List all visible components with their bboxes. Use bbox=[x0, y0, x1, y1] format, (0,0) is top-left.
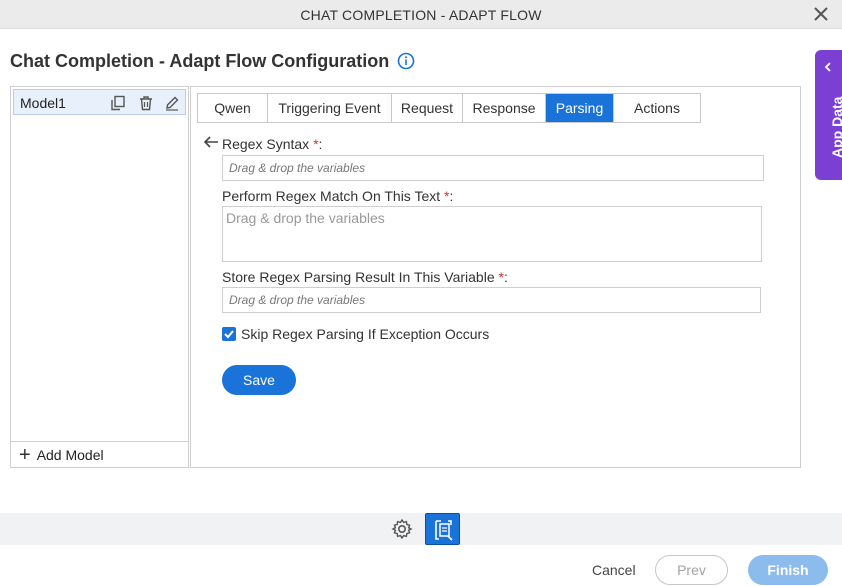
document-icon bbox=[435, 520, 453, 541]
skip-exception-label: Skip Regex Parsing If Exception Occurs bbox=[241, 326, 490, 342]
app-data-tab[interactable]: App Data bbox=[815, 50, 842, 180]
edit-icon[interactable] bbox=[164, 95, 180, 111]
close-icon[interactable] bbox=[812, 5, 830, 23]
store-result-input[interactable]: Drag & drop the variables bbox=[222, 287, 761, 313]
bottom-toolbar bbox=[0, 513, 842, 545]
add-model-label: Add Model bbox=[36, 446, 104, 463]
app-data-label: App Data bbox=[829, 96, 842, 158]
finish-button[interactable]: Finish bbox=[748, 555, 828, 585]
tab-qwen[interactable]: Qwen bbox=[198, 94, 268, 122]
model-list-item[interactable]: Model1 bbox=[13, 89, 186, 115]
match-text-label: Perform Regex Match On This Text *: bbox=[222, 188, 454, 204]
add-model-button[interactable]: + Add Model bbox=[11, 441, 188, 467]
info-icon[interactable] bbox=[397, 52, 415, 70]
model-list-panel: Model1 + Add Model bbox=[10, 86, 189, 468]
window-title-bar: CHAT COMPLETION - ADAPT FLOW bbox=[0, 0, 842, 29]
page-title: Chat Completion - Adapt Flow Configurati… bbox=[10, 50, 390, 71]
prev-button[interactable]: Prev bbox=[655, 555, 728, 585]
delete-icon[interactable] bbox=[138, 95, 154, 111]
model-name: Model1 bbox=[20, 95, 66, 111]
match-text-textarea[interactable]: Drag & drop the variables bbox=[222, 206, 762, 262]
tab-parsing[interactable]: Parsing bbox=[546, 94, 614, 122]
configuration-panel: Qwen Triggering Event Request Response P… bbox=[190, 86, 801, 468]
tab-actions[interactable]: Actions bbox=[614, 94, 700, 122]
chevron-left-icon bbox=[824, 62, 831, 72]
tab-bar: Qwen Triggering Event Request Response P… bbox=[197, 93, 701, 123]
gear-icon[interactable] bbox=[391, 518, 413, 540]
save-button[interactable]: Save bbox=[222, 365, 296, 395]
document-preview-button[interactable] bbox=[425, 513, 460, 545]
skip-exception-checkbox[interactable] bbox=[222, 327, 236, 341]
store-result-label: Store Regex Parsing Result In This Varia… bbox=[222, 269, 508, 285]
regex-syntax-input[interactable]: Drag & drop the variables bbox=[222, 155, 764, 181]
tab-triggering-event[interactable]: Triggering Event bbox=[268, 94, 392, 122]
window-title: CHAT COMPLETION - ADAPT FLOW bbox=[300, 7, 542, 23]
regex-syntax-label: Regex Syntax *: bbox=[222, 136, 323, 152]
back-arrow-icon[interactable] bbox=[203, 135, 219, 149]
checkmark-icon bbox=[224, 330, 234, 339]
tab-request[interactable]: Request bbox=[392, 94, 463, 122]
page-header: Chat Completion - Adapt Flow Configurati… bbox=[10, 49, 415, 73]
cancel-button[interactable]: Cancel bbox=[592, 562, 636, 578]
tab-response[interactable]: Response bbox=[463, 94, 546, 122]
plus-icon: + bbox=[19, 443, 31, 466]
copy-icon[interactable] bbox=[110, 95, 126, 111]
